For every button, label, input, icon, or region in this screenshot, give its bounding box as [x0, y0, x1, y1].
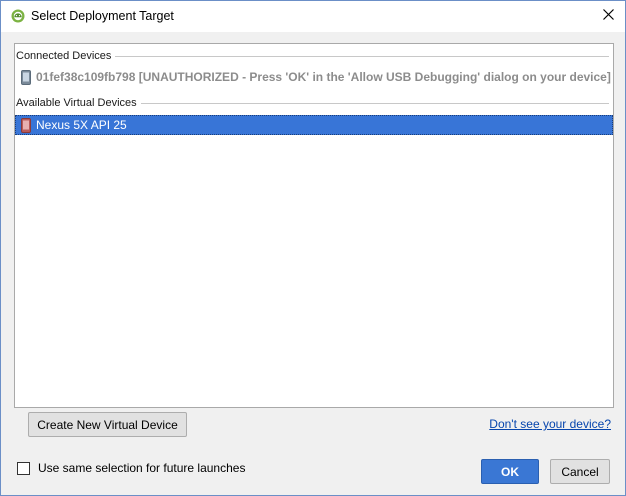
- button-label: Create New Virtual Device: [37, 417, 178, 432]
- dont-see-device-link[interactable]: Don't see your device?: [489, 417, 611, 431]
- button-label: OK: [501, 464, 519, 479]
- same-selection-checkbox[interactable]: [17, 461, 30, 475]
- virtual-phone-icon: [19, 117, 33, 133]
- group-header-label: Connected Devices: [16, 50, 112, 62]
- phone-icon: [19, 69, 33, 85]
- device-label: 01fef38c109fb798 [UNAUTHORIZED - Press '…: [36, 70, 611, 84]
- group-header-virtual: Available Virtual Devices: [15, 95, 613, 111]
- divider: [115, 56, 609, 57]
- close-icon: [602, 9, 614, 23]
- dialog-window: Select Deployment Target Connected Devic…: [0, 0, 626, 496]
- group-header-connected: Connected Devices: [15, 48, 613, 64]
- button-label: Cancel: [561, 464, 599, 479]
- close-button[interactable]: [591, 1, 625, 31]
- create-virtual-device-button[interactable]: Create New Virtual Device: [28, 412, 187, 437]
- group-header-label: Available Virtual Devices: [16, 97, 137, 109]
- android-studio-icon: [11, 9, 25, 23]
- title-bar: Select Deployment Target: [1, 1, 625, 32]
- device-label: Nexus 5X API 25: [36, 118, 127, 132]
- cancel-button[interactable]: Cancel: [550, 459, 610, 484]
- ok-button[interactable]: OK: [481, 459, 539, 484]
- same-selection-option[interactable]: Use same selection for future launches: [17, 461, 245, 475]
- device-list[interactable]: Connected Devices 01fef38c109fb798 [UNAU…: [14, 43, 614, 408]
- device-row-virtual[interactable]: Nexus 5X API 25: [15, 115, 613, 135]
- window-title: Select Deployment Target: [31, 9, 174, 23]
- divider: [140, 103, 609, 104]
- same-selection-label: Use same selection for future launches: [38, 461, 246, 475]
- device-row-connected[interactable]: 01fef38c109fb798 [UNAUTHORIZED - Press '…: [15, 67, 613, 87]
